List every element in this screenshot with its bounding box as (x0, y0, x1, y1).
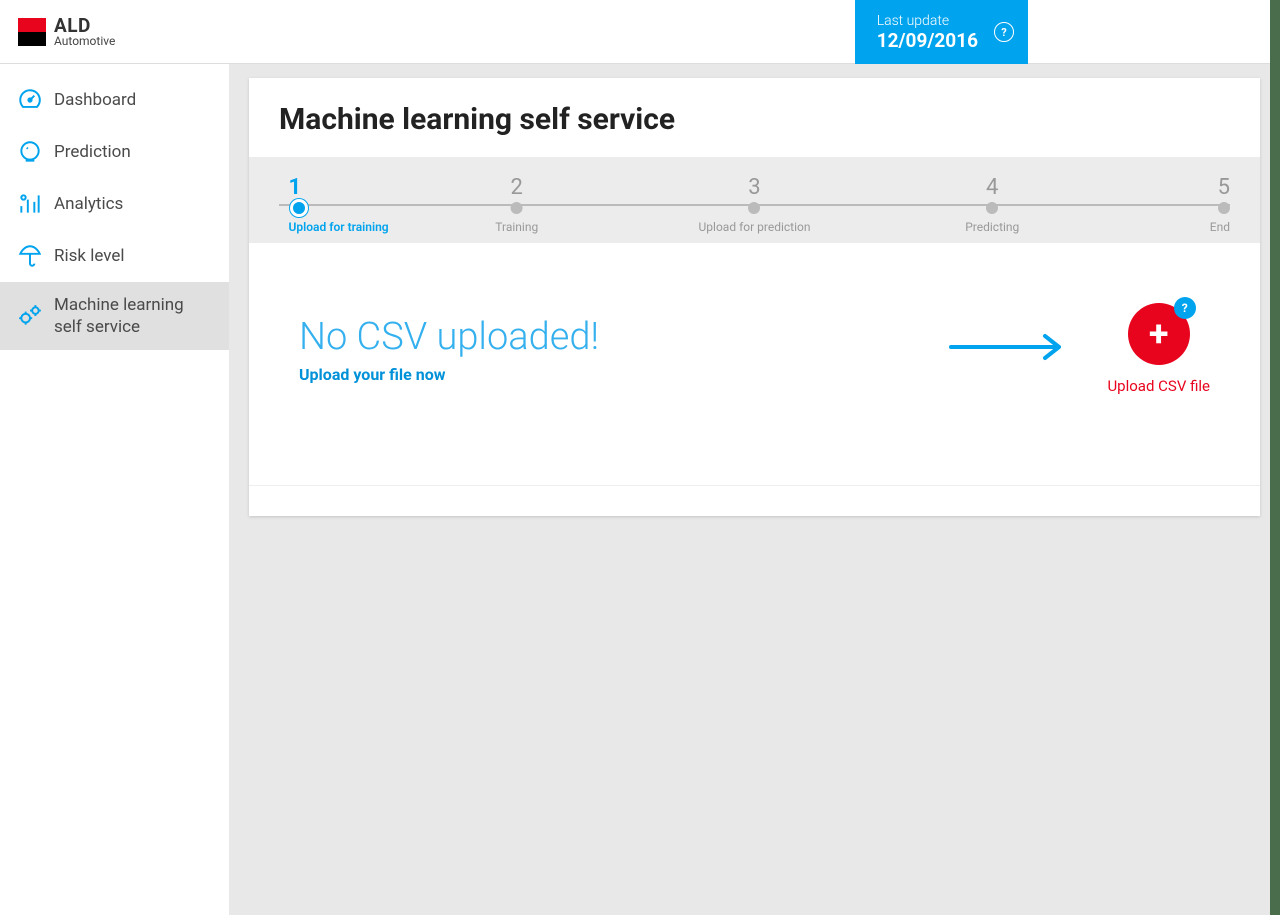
sidebar-item-label: Machine learning self service (54, 294, 213, 338)
step-dot-icon (986, 202, 998, 214)
step-dot-icon (748, 202, 760, 214)
sidebar-item-label: Analytics (54, 193, 123, 215)
last-update-badge: Last update 12/09/2016 ? (855, 0, 1028, 64)
step-3[interactable]: 3 Upload for prediction (699, 175, 811, 234)
step-1[interactable]: 1 Upload for training (289, 175, 389, 234)
step-label: Training (495, 220, 538, 234)
step-number: 1 (289, 175, 389, 200)
brand-logo-mark (18, 18, 46, 46)
upload-csv-label: Upload CSV file (1107, 377, 1210, 395)
app-header: ALD Automotive Last update 12/09/2016 ? (0, 0, 1280, 64)
step-label: End (1210, 220, 1230, 234)
upload-panel: No CSV uploaded! Upload your file now + … (249, 243, 1260, 486)
empty-state-title: No CSV uploaded! (299, 315, 907, 359)
step-dot-icon (511, 202, 523, 214)
empty-state-subtitle: Upload your file now (299, 365, 907, 384)
step-number: 5 (1210, 175, 1230, 200)
step-label: Upload for prediction (699, 220, 811, 234)
gauge-icon (16, 86, 44, 114)
step-dot-icon (1218, 202, 1230, 214)
chart-icon (16, 190, 44, 218)
help-icon[interactable]: ? (994, 22, 1014, 42)
step-dot-icon (293, 202, 305, 214)
main-content: Machine learning self service 1 Upload f… (229, 64, 1280, 915)
upload-csv-button[interactable]: + ? (1128, 303, 1190, 365)
step-label: Predicting (965, 220, 1019, 234)
step-label: Upload for training (289, 220, 389, 234)
window-border (1270, 0, 1280, 915)
step-4[interactable]: 4 Predicting (965, 175, 1019, 234)
gears-icon (16, 302, 44, 330)
sidebar-item-risk-level[interactable]: Risk level (0, 230, 229, 282)
upload-column: + ? Upload CSV file (1107, 303, 1210, 395)
sidebar-item-prediction[interactable]: Prediction (0, 126, 229, 178)
ml-card: Machine learning self service 1 Upload f… (249, 78, 1260, 516)
sidebar-item-label: Risk level (54, 245, 125, 267)
step-number: 3 (699, 175, 811, 200)
sidebar-item-analytics[interactable]: Analytics (0, 178, 229, 230)
wizard-steps: 1 Upload for training 2 Training 3 Uploa… (249, 157, 1260, 243)
arrow-right-icon (947, 332, 1067, 366)
sidebar-item-dashboard[interactable]: Dashboard (0, 74, 229, 126)
help-icon[interactable]: ? (1174, 297, 1196, 319)
brand-logo-text: ALD Automotive (54, 16, 115, 47)
last-update-label: Last update (877, 13, 978, 29)
brand-name: ALD (54, 16, 115, 35)
empty-state: No CSV uploaded! Upload your file now (299, 315, 907, 384)
last-update-date: 12/09/2016 (877, 29, 978, 52)
sidebar: Dashboard Prediction Analytics Risk leve… (0, 64, 229, 915)
sidebar-item-label: Prediction (54, 141, 131, 163)
brand-logo[interactable]: ALD Automotive (18, 16, 115, 47)
plus-icon: + (1149, 316, 1169, 352)
step-5[interactable]: 5 End (1210, 175, 1230, 234)
crystal-ball-icon (16, 138, 44, 166)
brand-subtitle: Automotive (54, 35, 115, 47)
page-title: Machine learning self service (249, 78, 1260, 157)
umbrella-icon (16, 242, 44, 270)
step-number: 4 (965, 175, 1019, 200)
sidebar-item-label: Dashboard (54, 89, 136, 111)
step-number: 2 (495, 175, 538, 200)
sidebar-item-ml-self-service[interactable]: Machine learning self service (0, 282, 229, 350)
step-2[interactable]: 2 Training (495, 175, 538, 234)
